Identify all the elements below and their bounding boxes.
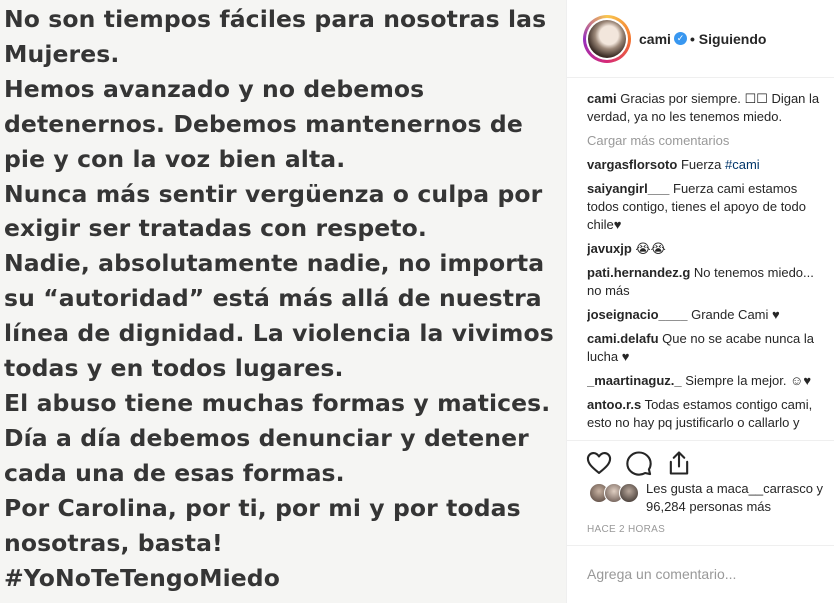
post-text-line: cada una de esas formas.	[4, 458, 345, 487]
post-text-line: El abuso tiene muchas formas y matices.	[4, 388, 551, 417]
comment: javuxjp 😭😭	[587, 240, 829, 258]
post-text-line: Día a día debemos denunciar y detener	[4, 423, 529, 452]
post-text-line: todas y en todos lugares.	[4, 354, 344, 383]
comment: pati.hernandez.g No tenemos miedo... no …	[587, 264, 829, 300]
comment-text: Fuerza	[680, 157, 726, 172]
comment: vargasflorsoto Fuerza #cami	[587, 156, 829, 174]
post-header: cami ✓ • Siguiendo	[567, 0, 834, 78]
caption: cami Gracias por siempre. ☐☐ Digan la ve…	[587, 90, 829, 126]
comment-icon[interactable]	[625, 449, 653, 477]
following-button[interactable]: • Siguiendo	[690, 31, 766, 47]
comments-list: cami Gracias por siempre. ☐☐ Digan la ve…	[587, 90, 829, 434]
comment-user[interactable]: antoo.r.s	[587, 397, 641, 412]
post-text-line: No son tiempos fáciles para nosotras las	[4, 5, 547, 33]
comment-text: 😭😭	[635, 241, 666, 256]
post-text-line: Mujeres.	[4, 39, 120, 68]
comment-user[interactable]: cami	[587, 91, 617, 106]
post-text-line: #YoNoTeTengoMiedo	[4, 563, 280, 592]
comment-text: Grande Cami ♥	[691, 307, 780, 322]
post-text-line: Nadie, absolutamente nadie, no importa	[4, 249, 545, 278]
likes-summary: Les gusta a maca__carrasco y 96,284 pers…	[589, 480, 829, 516]
comment-user[interactable]: javuxjp	[587, 241, 632, 256]
comment: _maartinaguz._ Siempre la mejor. ☺♥	[587, 372, 829, 390]
comment-user[interactable]: _maartinaguz._	[587, 373, 682, 388]
heart-icon[interactable]	[585, 449, 613, 477]
post-text-line: detenernos. Debemos mantenernos de	[4, 109, 523, 138]
verified-badge-icon: ✓	[674, 32, 687, 45]
comment: cami.delafu Que no se acabe nunca la luc…	[587, 330, 829, 366]
load-more-comments-button[interactable]: Cargar más comentarios	[587, 132, 829, 150]
liker-avatars	[589, 483, 641, 503]
hashtag-link[interactable]: #cami	[725, 157, 760, 172]
comment-text: Gracias por siempre. ☐☐ Digan la verdad,…	[587, 91, 820, 124]
post-text-line: exigir ser tratadas con respeto.	[4, 214, 427, 243]
comment-user[interactable]: saiyangirl___	[587, 181, 669, 196]
post-text-line: nosotras, basta!	[4, 528, 223, 557]
comment-user[interactable]: cami.delafu	[587, 331, 659, 346]
comment: saiyangirl___ Fuerza cami estamos todos …	[587, 180, 829, 234]
add-comment-input[interactable]	[587, 564, 817, 584]
action-bar	[567, 440, 834, 480]
post-text-line: Nunca más sentir vergüenza o culpa por	[4, 179, 543, 208]
avatar[interactable]	[583, 15, 631, 63]
avatar-photo	[588, 20, 626, 58]
comment-text: Siempre la mejor. ☺♥	[685, 373, 812, 388]
post-image: No son tiempos fáciles para nosotras las…	[0, 0, 566, 603]
comment: antoo.r.s Todas estamos contigo cami, es…	[587, 396, 829, 432]
comment-user[interactable]: joseignacio____	[587, 307, 687, 322]
add-comment-bar	[567, 545, 834, 603]
username-link[interactable]: cami	[639, 31, 671, 47]
likes-count-link[interactable]: Les gusta a maca__carrasco y 96,284 pers…	[646, 480, 831, 516]
post-text-line: su “autoridad” está más allá de nuestra	[4, 284, 542, 313]
post-text-line: línea de dignidad. La violencia la vivim…	[4, 319, 554, 348]
post-timestamp[interactable]: HACE 2 HORAS	[587, 524, 665, 535]
post-text-line: Por Carolina, por ti, por mi y por todas	[4, 493, 521, 522]
post-text-line: Hemos avanzado y no debemos	[4, 74, 425, 103]
comment-user[interactable]: pati.hernandez.g	[587, 265, 690, 280]
avatar-ring	[586, 18, 628, 60]
comment: joseignacio____ Grande Cami ♥	[587, 306, 829, 324]
post-text-line: pie y con la voz bien alta.	[4, 144, 346, 173]
share-icon[interactable]	[665, 449, 693, 477]
post-text: No son tiempos fáciles para nosotras las…	[4, 2, 564, 595]
post-side-panel: cami ✓ • Siguiendo cami Gracias por siem…	[566, 0, 834, 603]
avatar[interactable]	[619, 483, 639, 503]
comment-user[interactable]: vargasflorsoto	[587, 157, 677, 172]
